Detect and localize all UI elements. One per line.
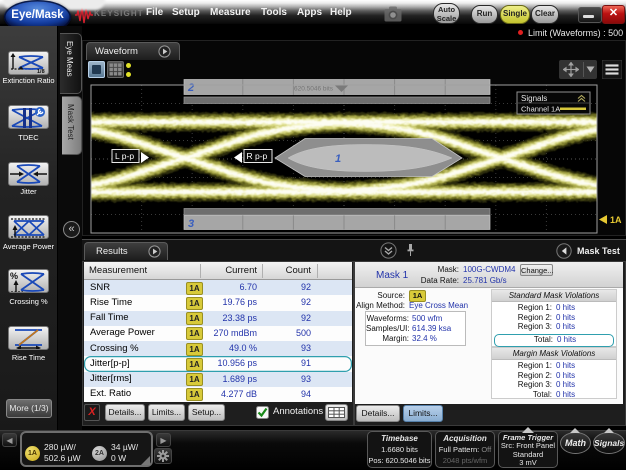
svg-text:3: 3 [188,218,194,230]
svg-text:1: 1 [335,153,341,165]
svg-text:1A: 1A [610,215,622,225]
svg-text:2: 2 [187,82,194,94]
svg-text:%: % [10,271,18,281]
svg-text:620.5046 bits: 620.5046 bits [294,86,334,93]
svg-text:Channel 1A: Channel 1A [521,105,560,114]
svg-text:L p-p: L p-p [115,151,134,161]
svg-text:Signals: Signals [521,94,547,103]
svg-text:R p-p: R p-p [247,151,268,161]
svg-text:1/8: 1/8 [37,69,45,74]
